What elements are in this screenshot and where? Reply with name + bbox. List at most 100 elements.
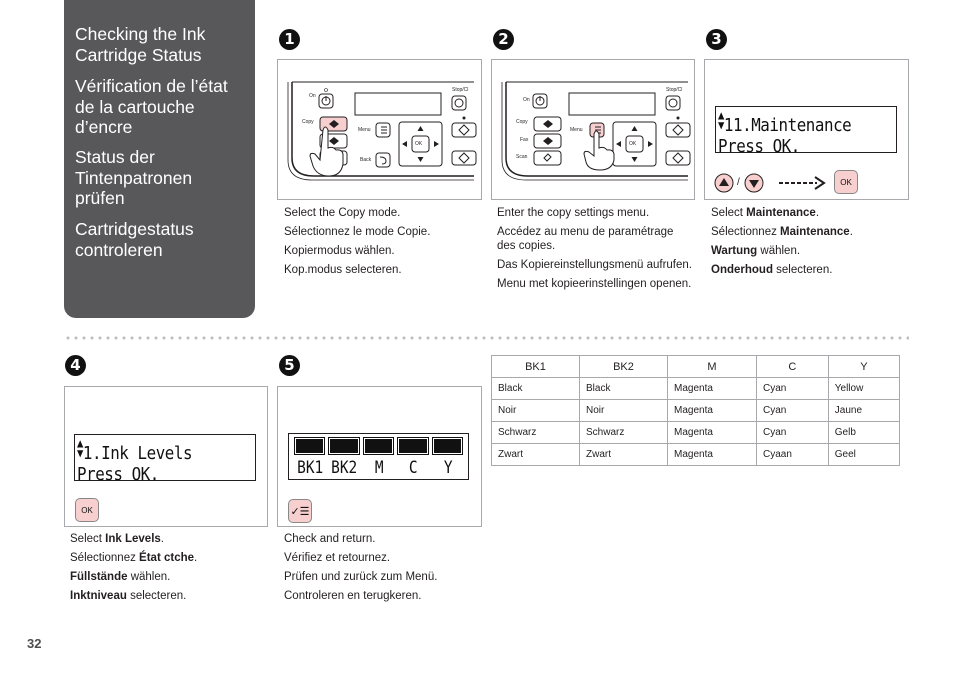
back-label: Back [360,157,372,163]
ink-label-bk1: BK1 [297,458,324,478]
instruction-en: Check and return. [284,533,376,545]
lcd-line-1: ▲ ▼11.Maintenance [718,108,852,136]
table-cell: Gelb [827,421,901,444]
title-de-line: Tintenpatronen [75,167,193,188]
instruction-de: Prüfen und zurück zum Menü. [284,571,438,583]
on-label: On [309,93,316,99]
column-header: BK1 [491,355,580,378]
lcd-screen: ▲ ▼1.Ink Levels Press OK. [74,434,256,485]
menu-button-icon: ✓☰ [288,499,312,523]
instruction-nl: Kop.modus selecteren. [284,264,402,276]
step-5-figure: BK1 BK2 M C Y ✓☰ [277,386,482,527]
on-label: On [523,97,530,103]
title-en-line: Cartridge Status [75,44,202,65]
lcd-screen: ▲ ▼11.Maintenance Press OK. [715,106,897,157]
table-row: Black Black Magenta Cyan Yellow [491,377,901,400]
lcd-line-2: Press OK. [718,136,800,157]
control-panel-copy-illustration [287,81,477,181]
step-4-figure: ▲ ▼1.Ink Levels Press OK. OK [64,386,268,527]
instruction-fr: Accédez au menu de paramétrage des copie… [497,226,674,252]
table-row: Schwarz Schwarz Magenta Cyan Gelb [491,421,901,444]
table-cell: Cyan [755,377,829,400]
title-en: Checking the Ink Cartridge Status [75,24,205,65]
table-cell: Cyan [755,421,829,444]
lcd-line-2: Press OK. [77,464,159,485]
table-row: Noir Noir Magenta Cyan Jaune [491,399,901,422]
table-cell: Noir [491,399,580,422]
table-cell: Zwart [491,443,580,466]
lcd-line-1: ▲ ▼1.Ink Levels [77,436,193,464]
fax-label: Fax [520,137,529,143]
table-cell: Schwarz [579,421,668,444]
title-fr: Vérification de l’état de la cartouche d… [75,76,228,138]
table-cell: Cyaan [755,443,829,466]
column-header: Y [827,355,901,378]
column-header: BK2 [579,355,668,378]
ink-label-c: C [409,458,418,478]
instruction-nl: Onderhoud selecteren. [711,264,833,276]
title-en-line: Checking the Ink [75,24,206,44]
instruction-fr: Sélectionnez le mode Copie. [284,226,431,238]
step-3-instructions: Select Maintenance. Sélectionnez Mainten… [711,206,906,282]
title-de: Status der Tintenpatronen prüfen [75,147,192,209]
table-cell: Black [491,377,580,400]
table-cell: Zwart [579,443,668,466]
step-2-instructions: Enter the copy settings menu. Accédez au… [497,206,692,296]
instruction-de: Füllstände wählen. [70,571,171,583]
ink-labels: BK1 BK2 M C Y [293,458,465,478]
ink-color-table: BK1 BK2 M C Y Black Black Magenta Cyan Y… [491,355,901,466]
ink-label-m: M [374,458,384,478]
table-cell: Geel [827,443,901,466]
ink-bar-fill-bk2 [330,439,358,453]
ink-bar-fill-c [399,439,427,453]
instruction-nl: Menu met kopieerinstellingen openen. [497,278,692,290]
ok-label: OK [629,141,637,147]
table-header-row: BK1 BK2 M C Y [491,355,901,378]
step-4-badge: 4 [65,355,86,376]
scan-label: Scan [516,154,528,160]
table-cell: Magenta [667,377,757,400]
step-1-figure: On Copy Menu Back OK Stop/Cl [277,59,482,200]
ok-label: OK [415,141,423,147]
menu-label: Menu [570,127,583,133]
instruction-de: Wartung wählen. [711,245,801,257]
table-cell: Magenta [667,399,757,422]
column-header: C [755,355,829,378]
slash-separator: / [737,177,740,188]
title-nl-line: Cartridgestatus [75,219,194,239]
instruction-fr: Sélectionnez État ctche. [70,552,198,564]
step-4-instructions: Select Ink Levels. Sélectionnez État ctc… [70,532,270,608]
instruction-en: Select Ink Levels. [70,533,164,545]
title-fr-line: d’encre [75,117,133,137]
page-number: 32 [27,636,42,651]
title-de-line: prüfen [75,188,125,208]
stop-label: Stop/Cl [452,87,469,93]
instruction-fr: Vérifiez et retournez. [284,552,391,564]
ink-label-bk2: BK2 [331,458,358,478]
table-cell: Cyan [755,399,829,422]
step-2-badge: 2 [493,29,514,50]
control-panel-menu-illustration [501,81,691,181]
stop-label: Stop/Cl [666,87,683,93]
step-5-badge: 5 [279,355,300,376]
instruction-nl: Inktniveau selecteren. [70,590,187,602]
dashed-arrow-icon [779,176,826,190]
title-de-line: Status der [75,147,155,167]
instruction-en: Select Maintenance. [711,207,820,219]
ink-label-y: Y [443,458,453,478]
instruction-fr: Sélectionnez Maintenance. [711,226,853,238]
step-3-figure: ▲ ▼11.Maintenance Press OK. / OK [704,59,909,200]
table-cell: Noir [579,399,668,422]
dotted-separator [64,336,909,340]
instruction-en: Select the Copy mode. [284,207,401,219]
table-cell: Jaune [827,399,901,422]
ink-bar-slot-bk1 [294,437,326,455]
table-cell: Schwarz [491,421,580,444]
ink-bar-fill-y [433,439,461,453]
step-1-badge: 1 [279,29,300,50]
ink-bar-fill-m [364,439,393,453]
ink-bar-slot-bk2 [328,437,360,455]
table-cell: Magenta [667,443,757,466]
instruction-de: Das Kopiereinstellungsmenü aufrufen. [497,259,692,271]
instruction-de: Kopiermodus wählen. [284,245,395,257]
